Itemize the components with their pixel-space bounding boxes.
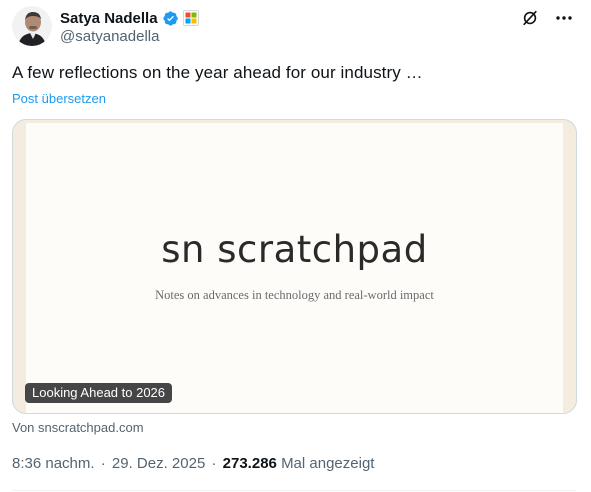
header-actions xyxy=(517,7,577,29)
verified-badge-icon[interactable] xyxy=(162,10,179,27)
card-title-label: Looking Ahead to 2026 xyxy=(25,383,173,403)
post-date[interactable]: 29. Dez. 2025 xyxy=(112,455,205,472)
author-name-row: Satya Nadella xyxy=(60,8,199,28)
meta-separator: · xyxy=(100,455,106,472)
author-handle[interactable]: @satyanadella xyxy=(60,28,159,45)
link-preview-card[interactable]: sn scratchpad Notes on advances in techn… xyxy=(12,119,577,414)
translate-post-link[interactable]: Post übersetzen xyxy=(12,91,106,106)
post-time[interactable]: 8:36 nachm. xyxy=(12,455,95,472)
meta-separator: · xyxy=(211,455,217,472)
author-display-name[interactable]: Satya Nadella xyxy=(60,10,158,27)
views-count: 273.286 xyxy=(222,455,277,472)
card-image-title: sn scratchpad xyxy=(161,228,428,271)
avatar[interactable] xyxy=(12,6,52,46)
post-container: Satya Nadella @satyanadella A few reflec… xyxy=(0,0,591,492)
grok-icon[interactable] xyxy=(517,7,543,29)
divider xyxy=(12,490,577,491)
avatar-image xyxy=(12,6,52,46)
views-label: Mal angezeigt xyxy=(281,455,375,472)
card-image-subtitle: Notes on advances in technology and real… xyxy=(155,288,434,302)
card-image: sn scratchpad Notes on advances in techn… xyxy=(26,123,563,413)
more-options-icon[interactable] xyxy=(551,7,577,29)
microsoft-logo-icon[interactable] xyxy=(182,10,199,26)
card-source-link[interactable]: Von snscratchpad.com xyxy=(12,420,144,435)
post-text: A few reflections on the year ahead for … xyxy=(12,63,423,82)
post-meta: 8:36 nachm. · 29. Dez. 2025 · 273.286 Ma… xyxy=(12,455,374,472)
